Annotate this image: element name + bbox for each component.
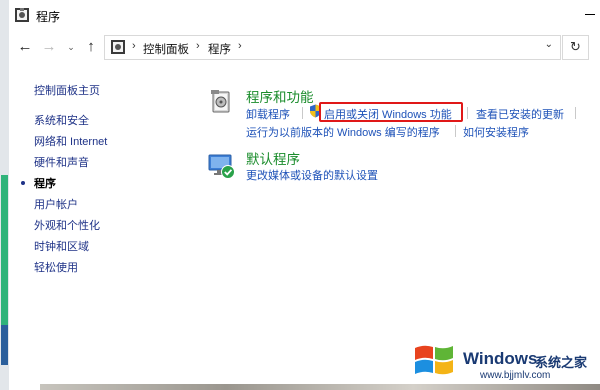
link-separator <box>467 107 468 119</box>
watermark-url: www.bjjmlv.com <box>480 370 551 381</box>
sidebar-item-network-internet[interactable]: 网络和 Internet <box>34 133 107 149</box>
forward-button[interactable]: → <box>39 37 59 57</box>
up-level-button[interactable]: ↑ <box>81 37 101 57</box>
link-turn-windows-features[interactable]: 启用或关闭 Windows 功能 <box>324 106 452 122</box>
category-title-default-programs[interactable]: 默认程序 <box>246 148 300 168</box>
control-panel-window: 程序 ← → ⌄ ↑ › 控制面板 › 程序 › ⌄ ↻ 控制面板主页 系统和安… <box>0 0 600 390</box>
sidebar-item-clock-region[interactable]: 时钟和区域 <box>34 238 89 254</box>
sidebar-item-programs[interactable]: 程序 <box>34 175 56 191</box>
breadcrumb-separator[interactable]: › <box>196 40 200 52</box>
link-change-media-defaults[interactable]: 更改媒体或设备的默认设置 <box>246 167 378 183</box>
main-content: 程序和功能 卸载程序 启用或关闭 Windows 功能 查看已安装的更新 运行为… <box>205 80 600 390</box>
navigation-bar: ← → ⌄ ↑ › 控制面板 › 程序 › ⌄ ↻ <box>9 30 600 64</box>
window-title: 程序 <box>36 10 61 24</box>
sidebar-item-hardware-sound[interactable]: 硬件和声音 <box>34 154 89 170</box>
background-desktop-strip <box>0 0 9 390</box>
link-how-to-install[interactable]: 如何安装程序 <box>463 124 529 140</box>
bottom-background-band <box>40 384 600 390</box>
breadcrumb-control-panel[interactable]: 控制面板 <box>143 41 189 57</box>
minimize-button[interactable] <box>585 8 597 20</box>
sidebar-item-user-accounts[interactable]: 用户帐户 <box>34 196 78 212</box>
link-uninstall-program[interactable]: 卸载程序 <box>246 106 290 122</box>
default-programs-icon <box>208 154 235 179</box>
refresh-button[interactable]: ↻ <box>562 35 589 60</box>
sidebar: 控制面板主页 系统和安全 网络和 Internet 硬件和声音 程序 用户帐户 … <box>9 64 189 390</box>
link-separator <box>575 107 576 119</box>
address-bar[interactable]: › 控制面板 › 程序 › ⌄ <box>104 35 561 60</box>
sidebar-item-system-security[interactable]: 系统和安全 <box>34 112 89 128</box>
category-title-programs-features[interactable]: 程序和功能 <box>246 86 314 106</box>
control-panel-icon <box>111 40 125 54</box>
link-run-older-programs[interactable]: 运行为以前版本的 Windows 编写的程序 <box>246 124 440 140</box>
link-separator <box>302 107 303 119</box>
breadcrumb-separator: › <box>132 40 136 52</box>
title-bar: 程序 <box>9 0 600 30</box>
sidebar-item-appearance[interactable]: 外观和个性化 <box>34 217 100 233</box>
programs-features-icon <box>211 90 230 113</box>
sidebar-item-control-panel-home[interactable]: 控制面板主页 <box>34 82 100 98</box>
link-separator <box>455 125 456 137</box>
sidebar-item-ease-of-access[interactable]: 轻松使用 <box>34 259 78 275</box>
breadcrumb-separator[interactable]: › <box>238 40 242 52</box>
address-dropdown-button[interactable]: ⌄ <box>545 39 553 50</box>
watermark-brand: Windows <box>463 349 538 368</box>
link-view-installed-updates[interactable]: 查看已安装的更新 <box>476 106 564 122</box>
watermark-site-name: 系统之家 <box>535 355 588 370</box>
back-button[interactable]: ← <box>15 37 35 57</box>
breadcrumb-programs[interactable]: 程序 <box>208 41 231 57</box>
recent-locations-button[interactable]: ⌄ <box>61 37 81 57</box>
control-panel-app-icon <box>15 8 29 22</box>
windows-logo-watermark <box>415 345 453 375</box>
current-item-bullet <box>21 181 25 185</box>
